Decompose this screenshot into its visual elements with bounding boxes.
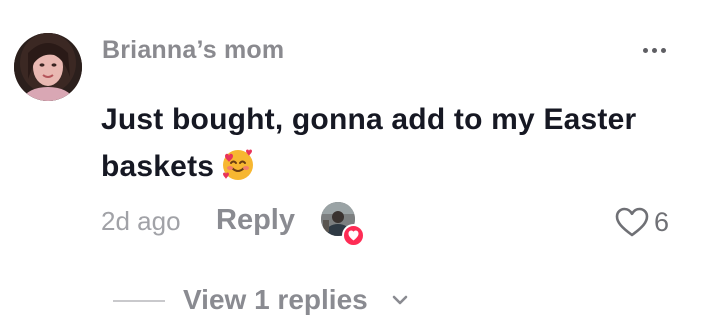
- more-horizontal-icon: [661, 48, 666, 53]
- like-button[interactable]: 6: [614, 204, 674, 240]
- reply-button[interactable]: Reply: [216, 204, 295, 237]
- more-options-button[interactable]: [640, 40, 670, 60]
- timestamp: 2d ago: [101, 206, 181, 236]
- creator-liked-indicator: [321, 202, 365, 247]
- avatar-photo: [14, 33, 82, 101]
- comment-text: Just bought, gonna add to my Easter bask…: [101, 96, 691, 190]
- heart-badge-icon: [342, 224, 365, 247]
- comment-body: Just bought, gonna add to my Easter bask…: [101, 103, 637, 183]
- avatar[interactable]: [14, 33, 82, 101]
- heart-outline-icon: [615, 207, 649, 237]
- view-replies-label: View 1 replies: [183, 284, 368, 315]
- more-horizontal-icon: [643, 48, 648, 53]
- more-horizontal-icon: [652, 48, 657, 53]
- smiling-face-with-hearts-icon: [223, 149, 254, 180]
- like-count: 6: [654, 207, 670, 237]
- divider: [113, 300, 165, 302]
- username[interactable]: Brianna’s mom: [102, 36, 284, 65]
- chevron-down-icon: [392, 295, 408, 305]
